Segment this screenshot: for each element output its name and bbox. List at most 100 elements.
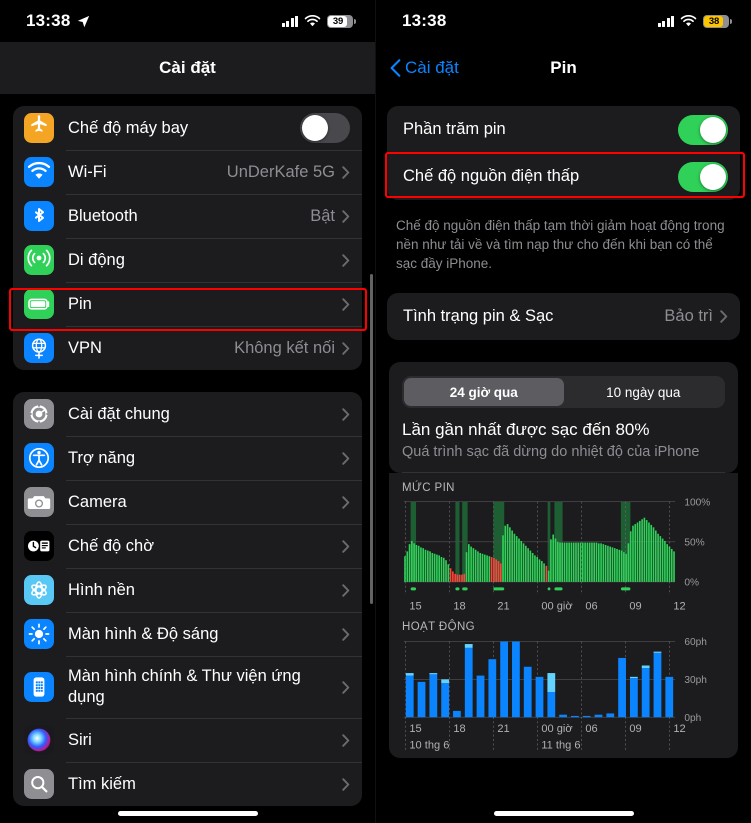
chevron-right-icon xyxy=(342,451,350,465)
settings-row-label: Hình nền xyxy=(68,580,135,599)
segment-24-hours[interactable]: 24 giờ qua xyxy=(404,378,564,406)
settings-row-value: Bật xyxy=(310,206,335,225)
left-phone-settings-screen: 13:38 39 Cài đặt Chế độ máy bay Wi-Fi Un… xyxy=(0,0,375,823)
battery-percent-label: 38 xyxy=(708,15,720,27)
svg-text:11 thg 6: 11 thg 6 xyxy=(541,740,580,752)
svg-text:06: 06 xyxy=(585,601,597,613)
battery-toggles-group: Phần trăm pin Chế độ nguồn điện thấp xyxy=(387,106,740,200)
chevron-right-icon xyxy=(342,583,350,597)
chevron-right-icon xyxy=(342,680,350,694)
svg-text:18: 18 xyxy=(453,601,465,613)
battery-indicator-low-power: 38 xyxy=(703,14,732,28)
toggle-knob xyxy=(700,163,726,190)
settings-row-label: Siri xyxy=(68,730,92,749)
activity-chart[interactable]: 0ph 30ph 60ph 15 18 21 00 giờ 06 09 12 10 thg 6 11 … xyxy=(389,636,738,758)
battery-toggle-row[interactable]: Phần trăm pin xyxy=(387,106,740,153)
svg-text:09: 09 xyxy=(629,601,641,613)
settings-row-h-nh-n-n[interactable]: Hình nền xyxy=(13,568,362,612)
settings-row-wi-fi[interactable]: Wi-Fi UnDerKafe 5G xyxy=(13,150,362,194)
settings-row-t-m-ki-m[interactable]: Tìm kiếm xyxy=(13,762,362,806)
time-range-segmented-control[interactable]: 24 giờ qua 10 ngày qua xyxy=(402,376,725,408)
settings-row-label: Cài đặt chung xyxy=(68,404,170,423)
battery-toggle-row[interactable]: Chế độ nguồn điện thấp xyxy=(387,153,740,200)
svg-text:0%: 0% xyxy=(684,578,699,589)
chevron-right-icon xyxy=(342,733,350,747)
svg-text:12: 12 xyxy=(673,723,685,735)
svg-text:09: 09 xyxy=(629,723,641,735)
settings-row-tr-n-ng[interactable]: Trợ năng xyxy=(13,436,362,480)
settings-row-label: Wi-Fi xyxy=(68,162,107,181)
standby-icon xyxy=(24,531,54,561)
settings-row-m-n-h-nh-ch-nh-th-vi-n-ng-d-ng[interactable]: Màn hình chính & Thư viện ứng dụng xyxy=(13,656,362,718)
right-scroll-area[interactable]: Phần trăm pin Chế độ nguồn điện thấp Chế … xyxy=(376,94,751,823)
bluetooth-icon xyxy=(24,201,54,231)
chevron-right-icon xyxy=(342,777,350,791)
low-power-footnote: Chế độ nguồn điện thấp tạm thời giảm hoạ… xyxy=(396,218,725,271)
settings-row-label: Pin xyxy=(68,294,92,313)
svg-text:10 thg 6: 10 thg 6 xyxy=(409,740,449,752)
vpn-globe-icon xyxy=(24,333,54,363)
toggle-switch[interactable] xyxy=(300,113,350,143)
settings-row-camera[interactable]: Camera xyxy=(13,480,362,524)
settings-row-vpn[interactable]: VPN Không kết nối xyxy=(13,326,362,370)
chevron-right-icon xyxy=(342,209,350,223)
cellular-signal-icon xyxy=(657,15,674,27)
segment-10-days[interactable]: 10 ngày qua xyxy=(564,378,724,406)
battery-health-value: Bảo trì xyxy=(664,307,713,325)
left-nav-bar: Cài đặt xyxy=(0,42,375,94)
chevron-right-icon xyxy=(342,495,350,509)
last-charge-header: Lần gần nhất được sạc đến 80% Quá trình … xyxy=(402,408,725,462)
chevron-right-icon xyxy=(720,310,728,323)
toggle-switch[interactable] xyxy=(678,161,728,192)
svg-text:30ph: 30ph xyxy=(684,675,707,686)
last-charge-title: Lần gần nhất được sạc đến 80% xyxy=(402,420,650,439)
toggle-switch[interactable] xyxy=(678,114,728,145)
svg-text:21: 21 xyxy=(497,723,509,735)
status-time: 13:38 xyxy=(402,11,447,30)
right-nav-bar: Cài đặt Pin xyxy=(376,42,751,94)
back-button[interactable]: Cài đặt xyxy=(390,58,459,78)
settings-row-di-ng[interactable]: Di động xyxy=(13,238,362,282)
page-title: Pin xyxy=(550,58,577,77)
settings-row-label: Bluetooth xyxy=(68,206,138,225)
dual-screenshot: 13:38 39 Cài đặt Chế độ máy bay Wi-Fi Un… xyxy=(0,0,751,823)
settings-group-connectivity: Chế độ máy bay Wi-Fi UnDerKafe 5G Bluetooth… xyxy=(13,106,362,370)
right-status-right: 38 xyxy=(657,14,732,28)
settings-row-ch-ch[interactable]: Chế độ chờ xyxy=(13,524,362,568)
right-phone-battery-screen: 13:38 38 Cài đặt Pin Phần trăm pin Chế đ… xyxy=(375,0,751,823)
settings-row-label: Chế độ chờ xyxy=(68,536,155,555)
chevron-right-icon xyxy=(342,297,350,311)
page-title: Cài đặt xyxy=(159,58,216,77)
wifi-icon xyxy=(304,15,321,27)
settings-row-bluetooth[interactable]: Bluetooth Bật xyxy=(13,194,362,238)
settings-row-c-i-t-chung[interactable]: Cài đặt chung xyxy=(13,392,362,436)
battery-toggle-label: Chế độ nguồn điện thấp xyxy=(403,167,580,185)
battery-indicator: 39 xyxy=(327,14,356,28)
location-arrow-icon xyxy=(78,15,90,27)
search-icon xyxy=(24,769,54,799)
battery-health-label: Tình trạng pin & Sạc xyxy=(403,307,554,325)
accessibility-icon xyxy=(24,443,54,473)
battery-health-row[interactable]: Tình trạng pin & Sạc Bảo trì xyxy=(387,293,740,340)
settings-row-ch-m-y-bay[interactable]: Chế độ máy bay xyxy=(13,106,362,150)
right-status-bar: 13:38 38 xyxy=(376,0,751,42)
svg-text:12: 12 xyxy=(673,601,685,613)
battery-toggle-label: Phần trăm pin xyxy=(403,120,506,138)
cellular-signal-icon xyxy=(281,15,298,27)
settings-row-pin[interactable]: Pin xyxy=(13,282,362,326)
svg-text:60ph: 60ph xyxy=(684,638,707,649)
battery-percent-label: 39 xyxy=(332,15,344,27)
home-indicator xyxy=(493,811,634,816)
settings-row-m-n-h-nh-s-ng[interactable]: Màn hình & Độ sáng xyxy=(13,612,362,656)
battery-level-chart[interactable]: 0% 50% 100% 15 18 21 00 giờ 06 09 12 xyxy=(389,497,738,612)
wallpaper-icon xyxy=(24,575,54,605)
home-indicator xyxy=(117,811,258,816)
settings-row-label: Tìm kiếm xyxy=(68,774,136,793)
battery-health-group: Tình trạng pin & Sạc Bảo trì xyxy=(387,293,740,340)
scroll-indicator[interactable] xyxy=(370,274,373,604)
settings-row-value: Không kết nối xyxy=(234,338,335,357)
settings-row-label: Màn hình & Độ sáng xyxy=(68,624,219,643)
camera-icon xyxy=(24,487,54,517)
settings-row-siri[interactable]: Siri xyxy=(13,718,362,762)
left-scroll-area[interactable]: Chế độ máy bay Wi-Fi UnDerKafe 5G Bluetooth… xyxy=(0,94,375,823)
